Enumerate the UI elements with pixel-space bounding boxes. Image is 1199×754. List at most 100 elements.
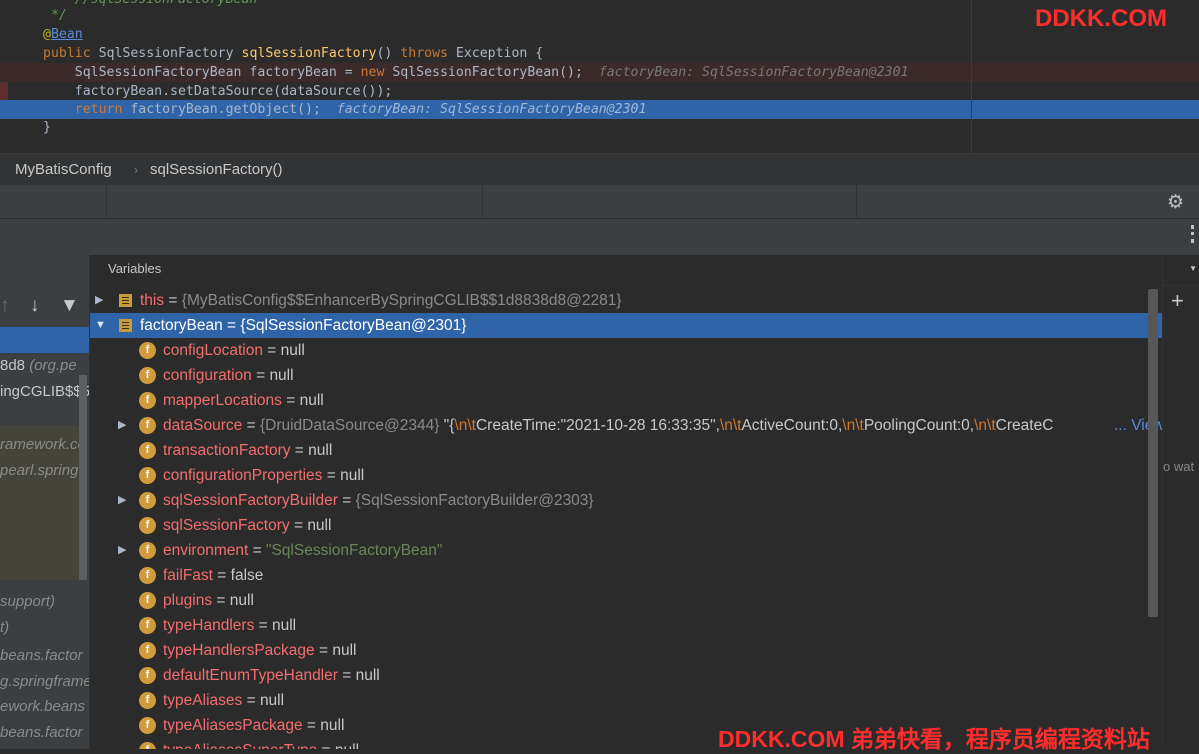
field-icon: f (139, 517, 156, 534)
field-row[interactable]: ▶ f environment = "SqlSessionFactoryBean… (90, 538, 1163, 563)
arrow-down-icon[interactable]: ↓ (30, 295, 40, 317)
field-icon: f (139, 717, 156, 734)
field-icon: f (139, 742, 156, 749)
variable-value: {SqlSessionFactoryBean@2301} (240, 317, 467, 334)
frame-item[interactable]: ingCGLIB$$5 (0, 383, 89, 400)
variable-name: this (140, 292, 165, 309)
inline-debug-value: factoryBean: SqlSessionFactoryBean@2301 (320, 102, 647, 117)
frame-item[interactable]: ramework.co (0, 436, 86, 453)
field-row[interactable]: f typeAliases = null (90, 688, 1163, 713)
collapse-arrow-icon[interactable]: ▼ (95, 313, 106, 338)
method-name: sqlSessionFactory (241, 46, 377, 61)
field-row[interactable]: f plugins = null (90, 588, 1163, 613)
code-line: */ (0, 6, 1199, 25)
frame-item[interactable]: support) (0, 593, 55, 610)
keyword-throws: throws (400, 46, 456, 61)
watches-panel: ▼ + o wat (1162, 255, 1199, 749)
code-line: factoryBean.setDataSource(dataSource()); (0, 82, 1199, 101)
inline-debug-value: factoryBean: SqlSessionFactoryBean@2301 (582, 65, 909, 80)
filter-icon[interactable]: ▼ (60, 295, 79, 317)
expand-arrow-icon[interactable]: ▶ (118, 538, 126, 563)
code-comment: */ (43, 8, 67, 23)
field-icon: f (139, 667, 156, 684)
object-icon (119, 294, 132, 307)
code-text: SqlSessionFactoryBean(); (392, 65, 583, 80)
field-row[interactable]: f transactionFactory = null (90, 438, 1163, 463)
plus-icon[interactable]: + (1171, 288, 1184, 314)
keyword-return: return (43, 102, 131, 117)
field-row-datasource[interactable]: ▶ f dataSource = {DruidDataSource@2344} … (90, 413, 1163, 438)
frame-item[interactable]: 8d8 (org.pe (0, 357, 77, 374)
field-row[interactable]: f configurationProperties = null (90, 463, 1163, 488)
code-editor[interactable]: //sqlSessionFactoryBean */ @Bean public … (0, 0, 1199, 153)
frames-scrollbar[interactable] (79, 375, 87, 580)
code-text: SqlSessionFactoryBean factoryBean = (43, 65, 361, 80)
chevron-down-icon[interactable]: ▼ (1189, 264, 1197, 273)
variable-eq: = (222, 317, 241, 334)
more-options-icon[interactable] (1191, 225, 1197, 243)
expand-arrow-icon[interactable]: ▶ (118, 413, 126, 438)
field-icon: f (139, 342, 156, 359)
field-row[interactable]: f configLocation = null (90, 338, 1163, 363)
watermark-logo: DDKK.COM (1035, 5, 1167, 32)
breakpoint-line: SqlSessionFactoryBean factoryBean = new … (0, 63, 1199, 101)
breadcrumb: MyBatisConfig › sqlSessionFactory() (0, 153, 1199, 186)
debug-tab-bar: ⚙ (0, 185, 1199, 219)
field-icon: f (139, 592, 156, 609)
annotation-bean-link[interactable]: Bean (51, 27, 83, 42)
field-icon: f (139, 417, 156, 434)
debug-toolbar (0, 219, 1199, 256)
field-icon: f (139, 392, 156, 409)
breadcrumb-separator: › (134, 163, 138, 177)
exception-type: Exception { (455, 46, 544, 61)
field-row[interactable]: f sqlSessionFactory = null (90, 513, 1163, 538)
variable-eq: = (164, 292, 182, 309)
code-line: } (0, 118, 1199, 137)
field-row[interactable]: f mapperLocations = null (90, 388, 1163, 413)
frame-item[interactable]: pearl.spring. (0, 462, 83, 479)
gear-icon[interactable]: ⚙ (1167, 191, 1184, 213)
frame-item-selected[interactable] (0, 327, 89, 353)
keyword-public: public (43, 46, 99, 61)
field-row[interactable]: f defaultEnumTypeHandler = null (90, 663, 1163, 688)
frame-item[interactable]: g.springframe (0, 673, 89, 690)
field-row[interactable]: f configuration = null (90, 363, 1163, 388)
variables-title: Variables (108, 261, 162, 276)
right-margin-guide (971, 0, 972, 153)
frame-item[interactable]: beans.factor (0, 724, 83, 741)
frames-toolbar: ↑ ↓ ▼ (0, 293, 89, 323)
variable-row-this[interactable]: ▶ this = {MyBatisConfig$$EnhancerBySprin… (90, 288, 1163, 313)
tab-divider (482, 185, 483, 218)
field-icon: f (139, 567, 156, 584)
arrow-up-icon[interactable]: ↑ (0, 295, 10, 317)
breadcrumb-class[interactable]: MyBatisConfig (15, 161, 112, 178)
field-icon: f (139, 642, 156, 659)
frame-item[interactable]: t) (0, 619, 9, 636)
variables-scrollbar[interactable] (1148, 289, 1158, 617)
code-text: factoryBean.getObject(); (130, 102, 321, 117)
expand-arrow-icon[interactable]: ▶ (118, 488, 126, 513)
field-row[interactable]: f failFast = false (90, 563, 1163, 588)
field-icon: f (139, 617, 156, 634)
closing-brace: } (43, 120, 51, 135)
code-text: factoryBean.setDataSource(dataSource()); (43, 84, 393, 99)
variable-row-factorybean[interactable]: ▼ factoryBean = {SqlSessionFactoryBean@2… (90, 313, 1163, 338)
field-row[interactable]: f typeHandlersPackage = null (90, 638, 1163, 663)
field-row[interactable]: f typeHandlers = null (90, 613, 1163, 638)
frame-item[interactable]: ework.beans (0, 698, 85, 715)
keyword-new: new (360, 65, 393, 80)
variable-name: factoryBean (140, 317, 223, 334)
variables-panel: Variables ▶ this = {MyBatisConfig$$Enhan… (89, 255, 1163, 749)
return-type: SqlSessionFactory (98, 46, 242, 61)
frame-item[interactable]: beans.factor (0, 647, 83, 664)
field-icon: f (139, 467, 156, 484)
field-icon: f (139, 542, 156, 559)
field-row[interactable]: ▶ f sqlSessionFactoryBuilder = {SqlSessi… (90, 488, 1163, 513)
expand-arrow-icon[interactable]: ▶ (95, 288, 103, 313)
breadcrumb-method[interactable]: sqlSessionFactory() (150, 161, 283, 178)
method-signature-line: public SqlSessionFactory sqlSessionFacto… (0, 44, 1199, 63)
method-params: () (376, 46, 401, 61)
variable-value: {MyBatisConfig$$EnhancerBySpringCGLIB$$1… (181, 292, 622, 309)
field-icon: f (139, 367, 156, 384)
field-icon: f (139, 692, 156, 709)
